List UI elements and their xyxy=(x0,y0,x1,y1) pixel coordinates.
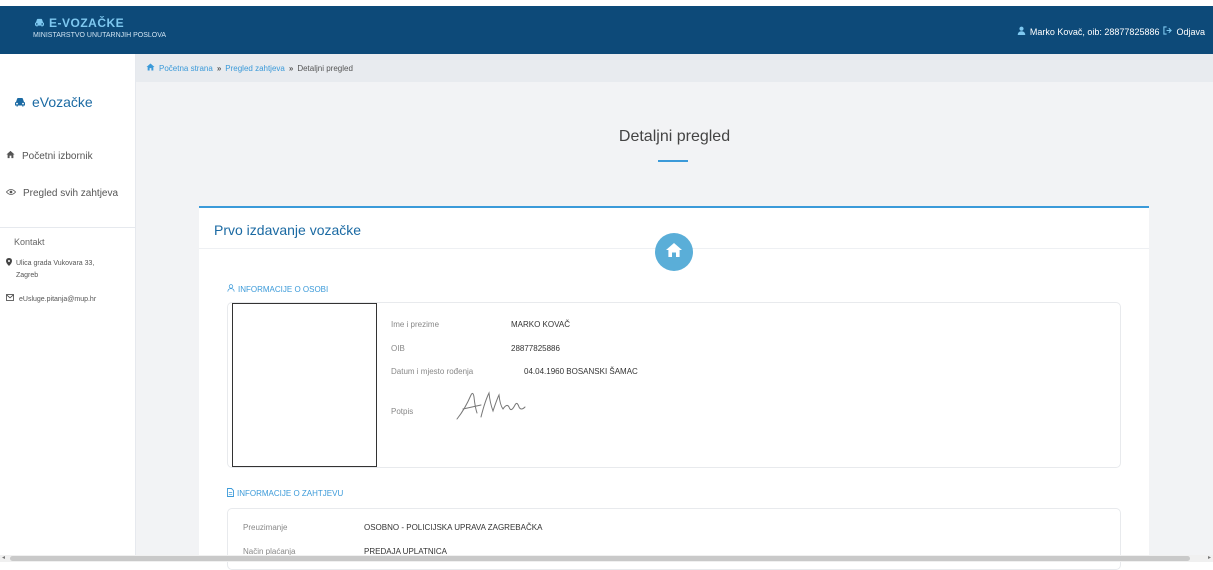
brand-subtitle: MINISTARSTVO UNUTARNJIH POSLOVA xyxy=(33,32,167,39)
breadcrumb: Početna strana » Pregled zahtjeva » Deta… xyxy=(136,54,1213,82)
horizontal-scrollbar[interactable]: ◂ ▸ xyxy=(0,555,1213,562)
car-icon xyxy=(14,94,26,110)
user-info[interactable]: Marko Kovač, oib: 28877825886 xyxy=(1030,27,1160,37)
oib-label: OIB xyxy=(391,344,405,353)
sidebar: eVozačke Početni izbornik Pregled svih z… xyxy=(0,54,136,562)
signature-image xyxy=(453,389,533,428)
scroll-right-icon[interactable]: ▸ xyxy=(1208,555,1211,562)
birth-label: Datum i mjesto rođenja xyxy=(391,367,474,376)
user-icon xyxy=(1017,26,1026,37)
contact-address: Ulica grada Vukovara 33, Zagreb xyxy=(6,258,116,282)
main-content: Početna strana » Pregled zahtjeva » Deta… xyxy=(136,54,1213,570)
top-header: E-VOZAČKE MINISTARSTVO UNUTARNJIH POSLOV… xyxy=(0,6,1213,54)
birth-value: 04.04.1960 BOSANSKI ŠAMAC xyxy=(524,367,638,376)
page-title: Detaljni pregled xyxy=(618,128,731,145)
car-icon xyxy=(34,16,45,30)
logout-icon[interactable] xyxy=(1163,26,1173,37)
title-underline xyxy=(658,160,688,162)
brand-title: E-VOZAČKE xyxy=(49,16,125,30)
double-chevron-icon: » xyxy=(288,63,294,73)
sidebar-item-label: Pregled svih zahtjeva xyxy=(23,188,119,199)
home-icon xyxy=(6,150,15,162)
home-icon xyxy=(665,242,683,263)
signature-label: Potpis xyxy=(391,407,414,416)
sidebar-item-requests[interactable]: Pregled svih zahtjeva xyxy=(5,188,119,199)
home-icon[interactable] xyxy=(146,63,155,73)
envelope-icon xyxy=(6,294,14,306)
scrollbar-thumb[interactable] xyxy=(10,556,1190,561)
home-button[interactable] xyxy=(655,233,693,271)
request-section-label: INFORMACIJE O ZAHTJEVU xyxy=(227,488,343,499)
user-outline-icon xyxy=(227,284,235,294)
breadcrumb-home[interactable]: Početna strana xyxy=(159,64,213,73)
request-card: Prvo izdavanje vozačke INFORMACIJE O OSO… xyxy=(199,206,1149,570)
request-section-title: INFORMACIJE O ZAHTJEVU xyxy=(237,489,344,498)
sidebar-item-label: Početni izbornik xyxy=(22,150,93,162)
person-section-title: INFORMACIJE O OSOBI xyxy=(238,284,329,294)
pickup-label: Preuzimanje xyxy=(243,523,288,532)
name-label: Ime i prezime xyxy=(391,320,440,329)
person-info-box: Ime i prezime MARKO KOVAČ OIB 2887782588… xyxy=(227,302,1121,468)
sidebar-brand-label: eVozačke xyxy=(32,94,93,110)
breadcrumb-current: Detaljni pregled xyxy=(297,63,353,73)
sidebar-divider xyxy=(0,227,135,228)
card-title: Prvo izdavanje vozačke xyxy=(214,222,362,238)
sidebar-item-home[interactable]: Početni izbornik xyxy=(6,150,93,162)
contact-email: eUsluge.pitanja@mup.hr xyxy=(6,294,96,306)
address-text: Ulica grada Vukovara 33, Zagreb xyxy=(16,260,95,279)
oib-value: 28877825886 xyxy=(511,344,560,353)
document-icon xyxy=(227,488,234,499)
double-chevron-icon: » xyxy=(216,63,222,73)
brand[interactable]: E-VOZAČKE MINISTARSTVO UNUTARNJIH POSLOV… xyxy=(33,16,167,39)
name-value: MARKO KOVAČ xyxy=(511,320,570,329)
photo-placeholder xyxy=(232,303,377,467)
sidebar-brand[interactable]: eVozačke xyxy=(14,94,93,110)
pickup-value: OSOBNO - POLICIJSKA UPRAVA ZAGREBAČKA xyxy=(364,523,543,532)
map-marker-icon xyxy=(6,258,12,282)
logout-link[interactable]: Odjava xyxy=(1176,27,1205,37)
contact-title: Kontakt xyxy=(14,237,45,247)
eye-icon xyxy=(5,188,17,199)
person-section-label: INFORMACIJE O OSOBI xyxy=(227,284,328,294)
breadcrumb-requests[interactable]: Pregled zahtjeva xyxy=(225,64,285,73)
scroll-left-icon[interactable]: ◂ xyxy=(2,555,5,562)
email-link[interactable]: eUsluge.pitanja@mup.hr xyxy=(19,294,96,306)
user-box: Marko Kovač, oib: 28877825886 Odjava xyxy=(1017,26,1205,37)
